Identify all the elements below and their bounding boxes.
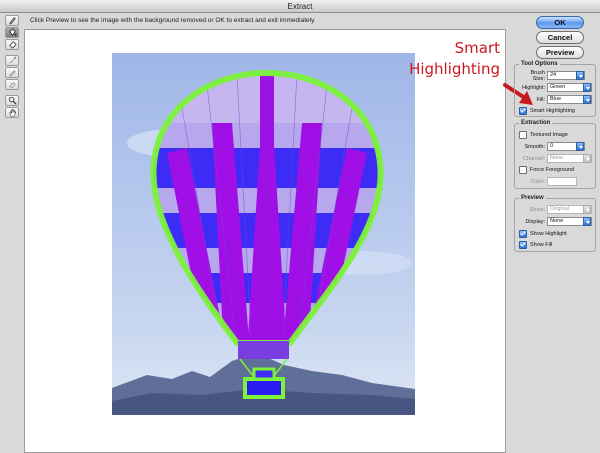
window-title: Extract [287, 2, 313, 11]
fill-select[interactable]: Blue [547, 95, 592, 104]
show-label: Show: [529, 206, 545, 213]
channel-value: None [550, 155, 564, 161]
smooth-field[interactable]: 0 [547, 142, 585, 151]
brush-size-field[interactable]: 24 [547, 71, 585, 80]
highlight-value: Green [550, 84, 566, 90]
show-fill-checkbox[interactable] [519, 240, 527, 249]
smart-highlighting-callout: Smart Highlighting [409, 38, 500, 80]
force-foreground-checkbox[interactable] [519, 165, 527, 174]
preview-group: Preview Show: Original Display: None Sho… [514, 195, 596, 252]
display-select[interactable]: None [547, 217, 592, 226]
brush-size-label: Brush Size: [530, 69, 545, 82]
show-value: Original [550, 206, 569, 212]
callout-line-1: Smart [454, 39, 500, 57]
force-foreground-label: Force Foreground [530, 166, 575, 173]
callout-line-2: Highlighting [409, 60, 500, 78]
smooth-value: 0 [550, 143, 554, 149]
brush-size-value: 24 [550, 72, 557, 78]
highlight-label: Highlight: [522, 84, 545, 91]
brush-size-dropdown-icon[interactable] [576, 71, 584, 80]
preview-button[interactable]: Preview [536, 46, 584, 59]
smart-highlighting-checkbox[interactable] [519, 106, 527, 115]
show-fill-label: Show Fill [530, 241, 553, 248]
channel-select[interactable]: None [547, 154, 592, 163]
smart-highlighting-label: Smart Highlighting [530, 107, 575, 114]
fill-tool-icon[interactable] [5, 27, 19, 38]
extraction-group: Extraction Textured Image Smooth: 0 Chan… [514, 120, 596, 189]
display-label: Display: [525, 218, 545, 225]
balloon-image[interactable] [112, 53, 415, 415]
smooth-dropdown-icon[interactable] [576, 142, 584, 151]
fill-label: Fill: [536, 96, 545, 103]
hand-tool-icon[interactable] [5, 107, 19, 118]
preview-title: Preview [519, 195, 546, 201]
show-dropdown-icon[interactable] [583, 205, 591, 214]
cleanup-tool-icon[interactable] [5, 67, 19, 78]
show-select[interactable]: Original [547, 205, 592, 214]
window-title-bar[interactable]: Extract [0, 0, 600, 13]
textured-image-label: Textured Image [530, 131, 568, 138]
extraction-title: Extraction [519, 120, 553, 126]
tool-options-group: Tool Options Brush Size: 24 Highlight: G… [514, 61, 596, 117]
ok-button[interactable]: OK [536, 16, 584, 29]
edge-touchup-tool-icon[interactable] [5, 79, 19, 90]
textured-image-checkbox[interactable] [519, 130, 527, 139]
cancel-button[interactable]: Cancel [536, 31, 584, 44]
display-dropdown-icon[interactable] [583, 217, 591, 226]
instruction-text: Click Preview to see the image with the … [30, 17, 316, 24]
fill-dropdown-icon[interactable] [583, 95, 591, 104]
tool-options-title: Tool Options [519, 61, 560, 67]
smooth-label: Smooth: [524, 143, 545, 150]
eraser-tool-icon[interactable] [5, 39, 19, 50]
channel-dropdown-icon[interactable] [583, 154, 591, 163]
highlight-dropdown-icon[interactable] [583, 83, 591, 92]
foreground-color-swatch[interactable] [547, 177, 577, 186]
highlight-select[interactable]: Green [547, 83, 592, 92]
fill-value: Blue [550, 96, 562, 102]
tool-palette [5, 15, 21, 119]
eyedropper-tool-icon[interactable] [5, 55, 19, 66]
color-label: Color: [530, 178, 545, 185]
zoom-tool-icon[interactable] [5, 95, 19, 106]
show-highlight-checkbox[interactable] [519, 229, 527, 238]
show-highlight-label: Show Highlight [530, 230, 567, 237]
display-value: None [550, 218, 564, 224]
edge-highlighter-tool-icon[interactable] [5, 15, 19, 26]
channel-label: Channel: [522, 155, 545, 162]
